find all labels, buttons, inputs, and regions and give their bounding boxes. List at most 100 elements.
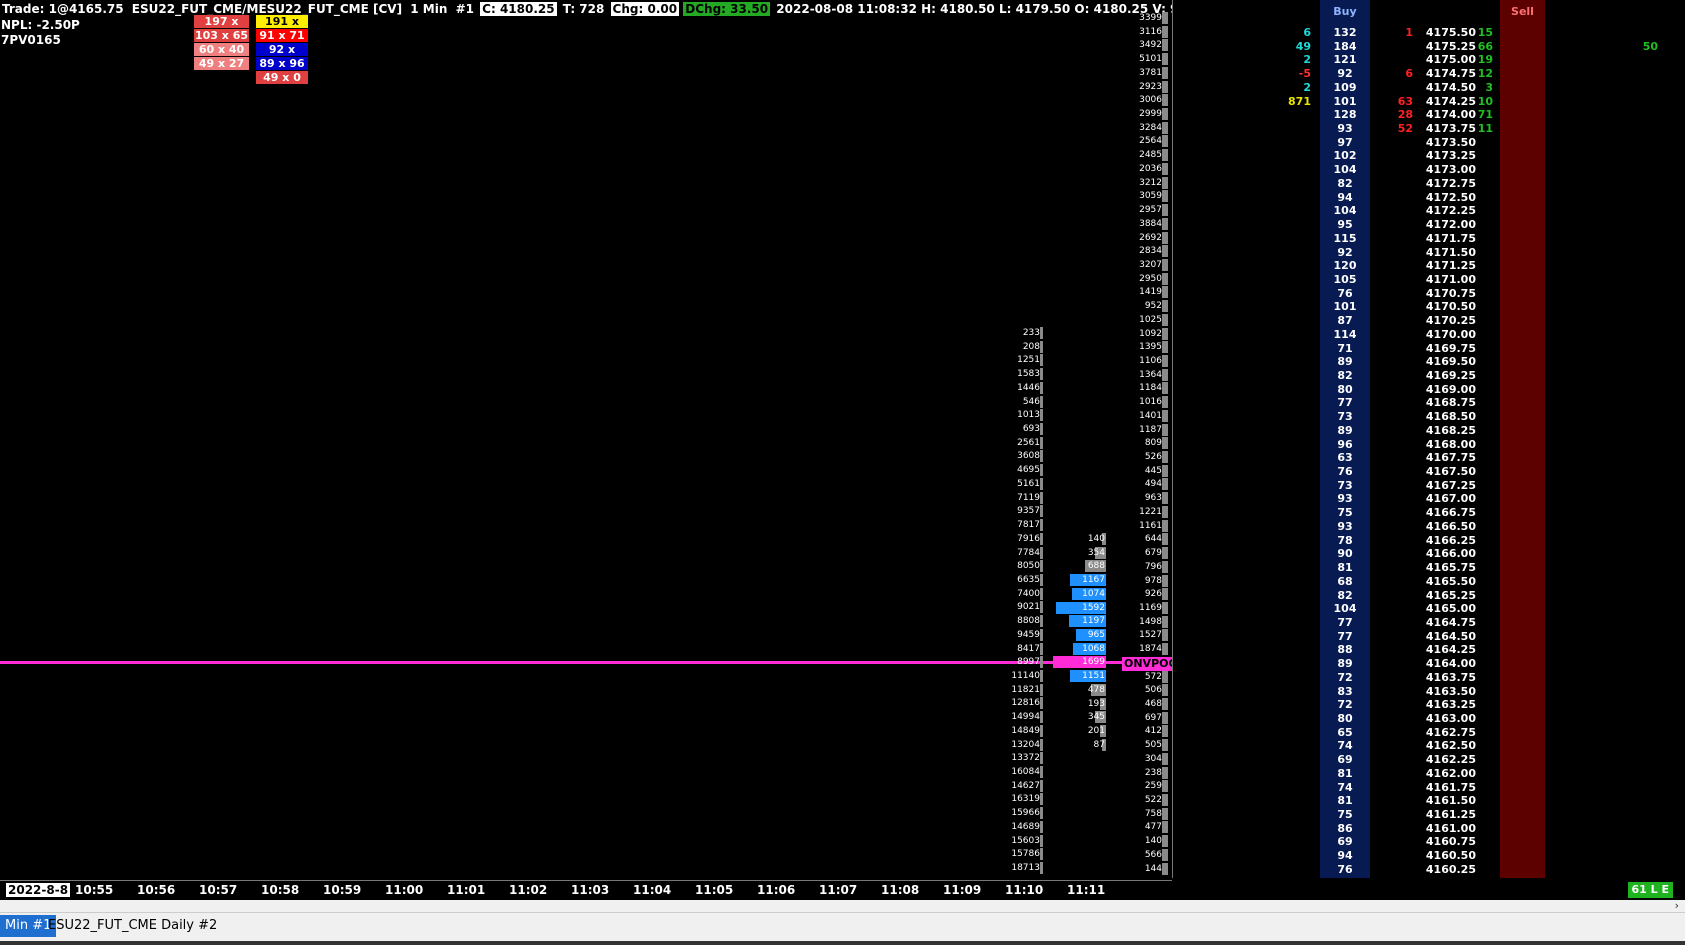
ladder-row[interactable]: 77 4164.75	[1173, 616, 1685, 630]
time-tick: 10:58	[261, 883, 300, 897]
ladder-row[interactable]: 63 4167.75	[1173, 451, 1685, 465]
ladder-row[interactable]: 94 4172.50	[1173, 191, 1685, 205]
profile-bar	[1040, 450, 1043, 463]
profile-value: 9021	[1017, 602, 1040, 613]
ladder-row[interactable]: 2 109 4174.50 3	[1173, 81, 1685, 95]
ladder-row[interactable]: 92 4171.50	[1173, 246, 1685, 260]
ladder-row[interactable]: 81 4162.00	[1173, 767, 1685, 781]
profile-value: 9459	[1017, 629, 1040, 640]
ladder-row[interactable]: 76 4170.75	[1173, 287, 1685, 301]
ladder-row[interactable]: 77 4164.50	[1173, 630, 1685, 644]
ladder-row[interactable]: 94 4160.50	[1173, 849, 1685, 863]
ladder-row[interactable]: 80 4163.00	[1173, 712, 1685, 726]
ladder-row[interactable]: 114 4170.00	[1173, 328, 1685, 342]
profile-value: 688	[1087, 561, 1105, 572]
ladder-row[interactable]: 101 4170.50	[1173, 300, 1685, 314]
profile-bar	[1162, 396, 1168, 409]
order-badge[interactable]: 61 L E	[1627, 882, 1673, 898]
chart-area[interactable]: Trade: 1@4165.75 ESU22_FUT_CME/MESU22_FU…	[0, 0, 1173, 878]
profile-bar	[1162, 629, 1168, 642]
ladder-row[interactable]: 72 4163.25	[1173, 698, 1685, 712]
profile-bar	[1040, 436, 1043, 449]
horizontal-scrollbar[interactable]: ›	[0, 899, 1685, 913]
buy-value: 72	[1337, 670, 1353, 684]
ladder-row[interactable]: 72 4163.75	[1173, 671, 1685, 685]
ladder-row[interactable]: 97 4173.50	[1173, 136, 1685, 150]
profile-value: 2561	[1017, 437, 1040, 448]
profile-value: 9357	[1017, 506, 1040, 517]
ladder-row[interactable]: 88 4164.25	[1173, 643, 1685, 657]
ladder-row[interactable]: 89 4169.50	[1173, 355, 1685, 369]
ladder-row[interactable]: 73 4167.25	[1173, 479, 1685, 493]
buy-value: 121	[1333, 53, 1357, 67]
ladder-row[interactable]: 89 4168.25	[1173, 424, 1685, 438]
profile-value: 1592	[1082, 602, 1105, 613]
tab-daily-2[interactable]: ESU22_FUT_CME Daily #2	[43, 915, 222, 937]
ladder-row[interactable]: 86 4161.00	[1173, 822, 1685, 836]
profile-value: 140	[1087, 534, 1105, 544]
ladder-row[interactable]: 81 4161.50	[1173, 794, 1685, 808]
profile-bar	[1162, 780, 1168, 793]
ladder-row[interactable]: 69 4162.25	[1173, 753, 1685, 767]
profile-bar	[1162, 66, 1168, 79]
ladder-row[interactable]: 75 4166.75	[1173, 506, 1685, 520]
scroll-right-icon[interactable]: ›	[1675, 899, 1679, 912]
price-ladder[interactable]: Buy Sell 6 132 1 4175.50 15 49 184 4175.25 66 50 2…	[1173, 0, 1685, 878]
ladder-row[interactable]: 93 4166.50	[1173, 520, 1685, 534]
ladder-row[interactable]: 80 4169.00	[1173, 383, 1685, 397]
ladder-row[interactable]: 74 4161.75	[1173, 781, 1685, 795]
price-value: 4173.75	[1425, 122, 1476, 136]
ladder-row[interactable]: 68 4165.50	[1173, 575, 1685, 589]
ladder-row[interactable]: 89 4164.00	[1173, 657, 1685, 671]
ladder-row[interactable]: 75 4161.25	[1173, 808, 1685, 822]
buy-value: 63	[1337, 451, 1353, 465]
buy-value: 78	[1337, 533, 1353, 547]
ladder-row[interactable]: 82 4169.25	[1173, 369, 1685, 383]
ladder-row[interactable]: 73 4168.50	[1173, 410, 1685, 424]
profile-bar	[1162, 588, 1168, 601]
ladder-row[interactable]: 102 4173.25	[1173, 149, 1685, 163]
ladder-row[interactable]: 96 4168.00	[1173, 438, 1685, 452]
ladder-row[interactable]: 87 4170.25	[1173, 314, 1685, 328]
ladder-row[interactable]: 82 4172.75	[1173, 177, 1685, 191]
ladder-row[interactable]: 77 4168.75	[1173, 396, 1685, 410]
ladder-row[interactable]: 78 4166.25	[1173, 534, 1685, 548]
ladder-row[interactable]: 82 4165.25	[1173, 589, 1685, 603]
ladder-row[interactable]: 128 28 4174.00 71	[1173, 108, 1685, 122]
ladder-row[interactable]: 71 4169.75	[1173, 342, 1685, 356]
ladder-row[interactable]: 93 4167.00	[1173, 492, 1685, 506]
ladder-row[interactable]: 95 4172.00	[1173, 218, 1685, 232]
profile-value: 2692	[1139, 232, 1162, 243]
ladder-row[interactable]: 120 4171.25	[1173, 259, 1685, 273]
profile-value: 8997	[1017, 657, 1040, 668]
ladder-row[interactable]: 104 4165.00	[1173, 602, 1685, 616]
ladder-row[interactable]: 49 184 4175.25 66 50	[1173, 40, 1685, 54]
price-value: 4169.75	[1425, 341, 1476, 355]
far-value: 50	[1642, 39, 1658, 53]
ladder-row[interactable]: 65 4162.75	[1173, 726, 1685, 740]
ladder-row[interactable]: 104 4173.00	[1173, 163, 1685, 177]
profile-value: 15966	[1011, 808, 1040, 819]
ladder-row[interactable]: 76 4160.25	[1173, 863, 1685, 877]
ladder-row[interactable]: -5 92 6 4174.75 12	[1173, 67, 1685, 81]
ladder-row[interactable]: 74 4162.50	[1173, 739, 1685, 753]
ladder-row[interactable]: 105 4171.00	[1173, 273, 1685, 287]
ladder-row[interactable]: 93 52 4173.75 11	[1173, 122, 1685, 136]
profile-bar	[1162, 752, 1168, 765]
ladder-row[interactable]: 76 4167.50	[1173, 465, 1685, 479]
ladder-row[interactable]: 115 4171.75	[1173, 232, 1685, 246]
profile-value: 494	[1144, 479, 1162, 490]
profile-value: 14994	[1011, 712, 1040, 723]
ladder-row[interactable]: 69 4160.75	[1173, 835, 1685, 849]
ladder-row[interactable]: 90 4166.00	[1173, 547, 1685, 561]
profile-value: 354	[1087, 547, 1105, 558]
ladder-row[interactable]: 83 4163.50	[1173, 685, 1685, 699]
price-value: 4164.25	[1425, 643, 1476, 657]
ladder-row[interactable]: 6 132 1 4175.50 15	[1173, 26, 1685, 40]
ladder-row[interactable]: 2 121 4175.00 19	[1173, 53, 1685, 67]
change-value: 52	[1397, 122, 1413, 136]
ladder-row[interactable]: 871 101 63 4174.25 10	[1173, 95, 1685, 109]
ladder-row[interactable]: 104 4172.25	[1173, 204, 1685, 218]
ladder-row[interactable]: 81 4165.75	[1173, 561, 1685, 575]
profile-bar	[1040, 766, 1043, 779]
